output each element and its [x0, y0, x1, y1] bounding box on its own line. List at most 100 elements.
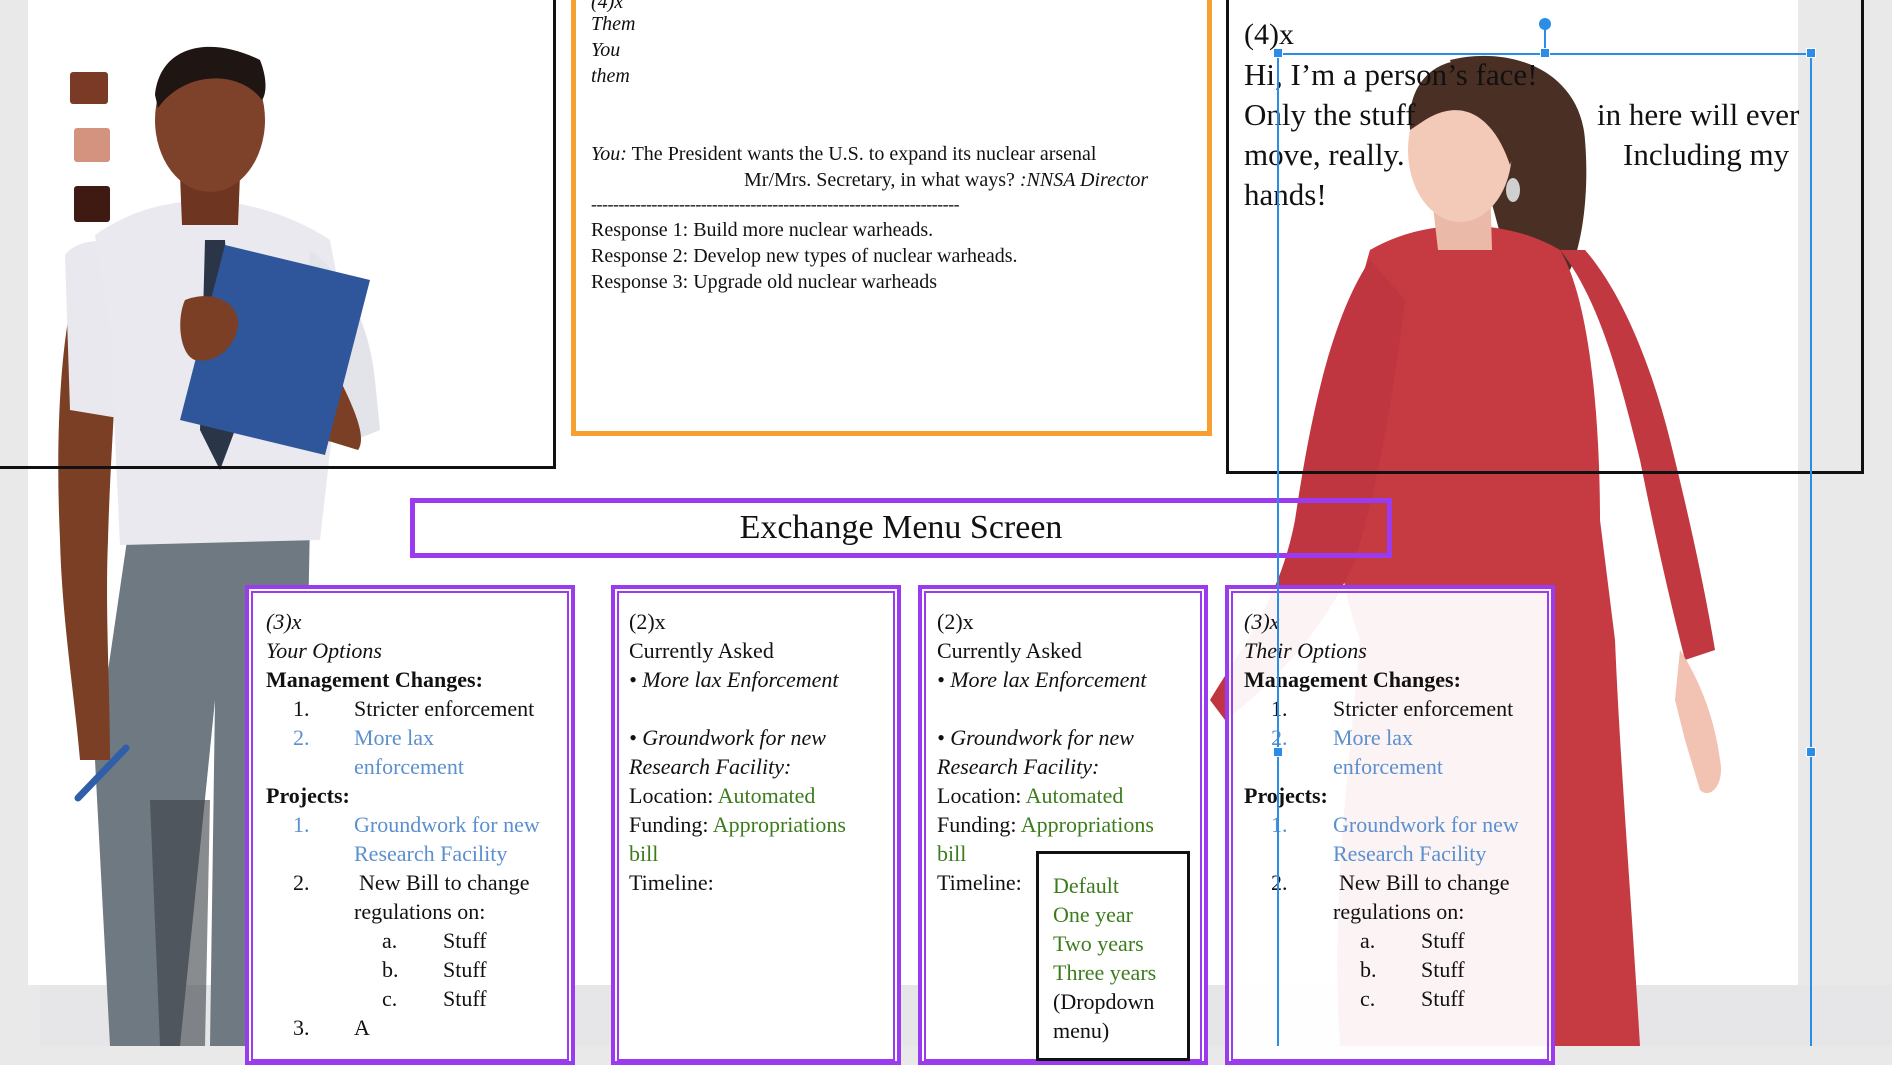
your-sub-letter-b: b. [382, 957, 399, 982]
asked2-location: Location: Automated [937, 781, 1123, 810]
asked2-count: (2)x [937, 609, 974, 634]
asked1-bullet-groundwork-line2: Research Facility: [629, 754, 792, 779]
your-project-num-2: 2. [293, 870, 310, 895]
your-option-groundwork[interactable]: Groundwork for new [354, 810, 540, 839]
dropdown-note-line2: menu) [1053, 1018, 1110, 1043]
face-text-line1: Hi, I’m a person’s face! [1244, 57, 1538, 92]
asked1-location-label: Location: [629, 783, 714, 808]
your-mgmt-num-2: 2. [293, 725, 310, 750]
response-option-2[interactable]: Response 2: Develop new types of nuclear… [591, 243, 1018, 269]
asked1-bullet-lax: • More lax Enforcement [629, 667, 839, 692]
asked1-location-value: Automated [717, 783, 816, 808]
response-option-3[interactable]: Response 3: Upgrade old nuclear warheads [591, 269, 937, 295]
your-mgmt-num-1: 1. [293, 696, 310, 721]
asked2-location-label: Location: [937, 783, 1022, 808]
their-option-stricter-enforcement[interactable]: Stricter enforcement [1333, 694, 1513, 723]
their-sub-item-a[interactable]: Stuff [1421, 926, 1465, 955]
their-option-new-bill-line2[interactable]: regulations on: [1333, 897, 1464, 926]
face-text-line6: hands! [1244, 177, 1327, 212]
face-text-line4: move, really. [1244, 137, 1405, 172]
your-option-new-bill[interactable]: New Bill to change [359, 868, 529, 897]
their-sub-item-b[interactable]: Stuff [1421, 955, 1465, 984]
selection-box-right [1810, 53, 1812, 1046]
your-sub-letter-c: c. [382, 986, 398, 1011]
face-text-line3: in here will ever [1597, 97, 1800, 132]
resize-handle-top-center[interactable] [1540, 48, 1550, 58]
asked2-funding: Funding: Appropriations [937, 810, 1154, 839]
question-text: The President wants the U.S. to expand i… [631, 143, 1097, 165]
your-option-more-lax[interactable]: More lax [354, 723, 434, 752]
resize-handle-top-left[interactable] [1273, 48, 1283, 58]
exchange-title: Exchange Menu Screen [739, 509, 1063, 546]
dropdown-option-default[interactable]: Default [1053, 871, 1119, 900]
dropdown-note: (Dropdown [1053, 989, 1155, 1014]
face-text-line2: Only the stuff [1244, 97, 1416, 132]
their-options-title: Their Options [1244, 638, 1367, 663]
asked2-funding-value: Appropriations [1020, 812, 1154, 837]
your-option-more-lax-line2[interactable]: enforcement [354, 752, 464, 781]
your-projects-heading: Projects: [266, 783, 350, 808]
their-mgmt-num-1: 1. [1271, 696, 1288, 721]
their-option-more-lax-line2[interactable]: enforcement [1333, 752, 1443, 781]
your-option-new-bill-line2[interactable]: regulations on: [354, 897, 485, 926]
asked2-bullet-groundwork-line2: Research Facility: [937, 754, 1100, 779]
their-option-new-bill[interactable]: New Bill to change [1339, 868, 1509, 897]
your-option-stricter-enforcement[interactable]: Stricter enforcement [354, 694, 534, 723]
asked1-title: Currently Asked [629, 638, 774, 663]
dialogue-separator: ----------------------------------------… [591, 194, 960, 214]
face-text-line5: Including my [1623, 137, 1790, 172]
asked1-location: Location: Automated [629, 781, 815, 810]
portrait-frame-left[interactable] [0, 0, 556, 469]
your-options-count: (3)x [266, 609, 302, 634]
their-option-groundwork[interactable]: Groundwork for new [1333, 810, 1519, 839]
dialogue-line-you: You [591, 39, 621, 61]
rotation-handle[interactable] [1539, 18, 1551, 30]
asked1-count: (2)x [629, 609, 666, 634]
asked2-title: Currently Asked [937, 638, 1082, 663]
dropdown-option-three-years[interactable]: Three years [1053, 958, 1156, 987]
asked1-bullet-groundwork: • Groundwork for new [629, 725, 826, 750]
your-mgmt-heading: Management Changes: [266, 667, 483, 692]
your-project-num-3: 3. [293, 1015, 310, 1040]
asked1-funding-value-line2: bill [629, 841, 659, 866]
their-sub-letter-b: b. [1360, 957, 1377, 982]
asked1-funding: Funding: Appropriations [629, 810, 846, 839]
your-sub-letter-a: a. [382, 928, 398, 953]
npc-question: You: The President wants the U.S. to exp… [591, 140, 1096, 169]
their-options-count: (3)x [1244, 609, 1280, 634]
asked2-funding-label: Funding: [937, 812, 1017, 837]
their-project-num-1: 1. [1271, 812, 1288, 837]
your-sub-item-a[interactable]: Stuff [443, 926, 487, 955]
their-sub-letter-c: c. [1360, 986, 1376, 1011]
their-projects-heading: Projects: [1244, 783, 1328, 808]
their-project-num-2: 2. [1271, 870, 1288, 895]
resize-handle-middle-right[interactable] [1806, 747, 1816, 757]
resize-handle-top-right[interactable] [1806, 48, 1816, 58]
resize-handle-middle-left[interactable] [1273, 747, 1283, 757]
your-project-num-1: 1. [293, 812, 310, 837]
face-count-label: (4)x [1244, 18, 1294, 51]
dropdown-option-one-year[interactable]: One year [1053, 900, 1133, 929]
response-option-1[interactable]: Response 1: Build more nuclear warheads. [591, 217, 933, 243]
selection-box-left [1277, 53, 1279, 1046]
your-sub-item-c[interactable]: Stuff [443, 984, 487, 1013]
dropdown-option-two-years[interactable]: Two years [1053, 929, 1144, 958]
dialogue-line-them: Them [591, 13, 636, 35]
asked1-timeline-label: Timeline: [629, 870, 714, 895]
asked2-funding-value-line2: bill [937, 841, 967, 866]
asked2-location-value: Automated [1025, 783, 1124, 808]
npc-question-line2: Mr/Mrs. Secretary, in what ways? :NNSA D… [744, 166, 1148, 195]
their-sub-item-c[interactable]: Stuff [1421, 984, 1465, 1013]
their-option-groundwork-line2[interactable]: Research Facility [1333, 839, 1486, 868]
your-option-a[interactable]: A [354, 1013, 370, 1042]
their-option-more-lax[interactable]: More lax [1333, 723, 1413, 752]
your-option-groundwork-line2[interactable]: Research Facility [354, 839, 507, 868]
your-sub-item-b[interactable]: Stuff [443, 955, 487, 984]
question-role: :NNSA Director [1019, 169, 1149, 191]
your-options-title: Your Options [266, 638, 382, 663]
asked2-bullet-lax: • More lax Enforcement [937, 667, 1147, 692]
asked2-timeline-label: Timeline: [937, 870, 1022, 895]
question-text-line2: Mr/Mrs. Secretary, in what ways? [744, 169, 1015, 191]
their-sub-letter-a: a. [1360, 928, 1376, 953]
question-speaker: You: [591, 143, 627, 165]
